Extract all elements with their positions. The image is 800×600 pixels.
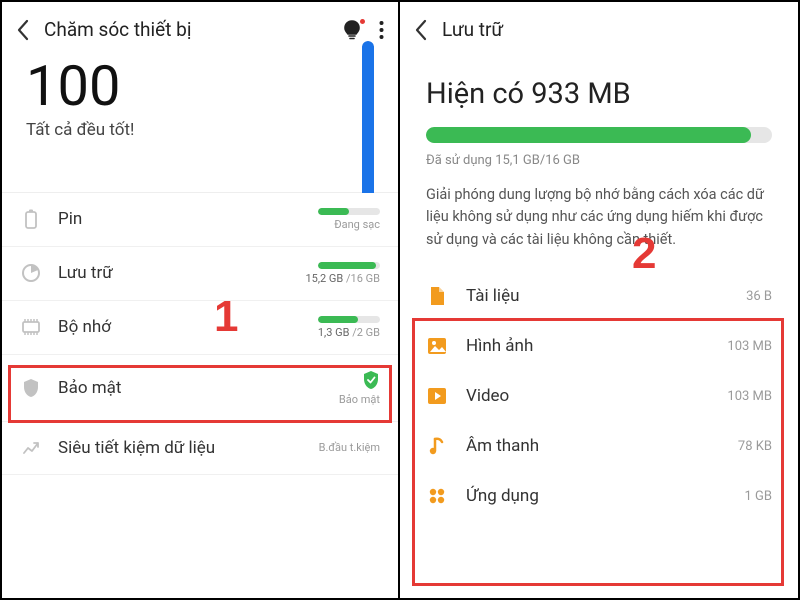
row-label: Bảo mật — [58, 378, 264, 398]
storage-icon — [20, 262, 42, 284]
battery-icon — [20, 208, 42, 230]
memory-row[interactable]: Bộ nhớ 1,3 GB /2 GB — [2, 301, 398, 355]
score-subtitle: Tất cả đều tốt! — [26, 120, 374, 140]
category-label: Ứng dụng — [466, 486, 727, 506]
storage-text: 15,2 GB /16 GB — [305, 272, 380, 285]
storage-headline: Hiện có 933 MB — [426, 77, 772, 111]
memory-icon — [20, 316, 42, 338]
data-saver-status: B.đầu t.kiệm — [319, 441, 380, 454]
category-images[interactable]: Hình ảnh 103 MB — [426, 321, 772, 371]
data-saver-row[interactable]: Siêu tiết kiệm dữ liệu B.đầu t.kiệm — [2, 422, 398, 475]
category-label: Hình ảnh — [466, 336, 709, 356]
header: Chăm sóc thiết bị — [2, 2, 398, 51]
memory-bar — [318, 316, 380, 323]
notification-dot-icon — [360, 19, 365, 24]
category-label: Video — [466, 386, 709, 406]
category-label: Tài liệu — [466, 286, 728, 306]
category-video[interactable]: Video 103 MB — [426, 371, 772, 421]
storage-row[interactable]: Lưu trữ 15,2 GB /16 GB — [2, 247, 398, 301]
back-icon[interactable] — [16, 19, 30, 41]
category-documents[interactable]: Tài liệu 36 B — [426, 271, 772, 321]
category-size: 36 B — [746, 289, 772, 304]
audio-icon — [426, 435, 448, 457]
document-icon — [426, 285, 448, 307]
data-saver-icon — [20, 437, 42, 459]
tips-icon[interactable] — [343, 20, 361, 40]
video-icon — [426, 385, 448, 407]
battery-row[interactable]: Pin Đang sạc — [2, 193, 398, 247]
score-section: 100 Tất cả đều tốt! — [2, 51, 398, 144]
shield-icon — [20, 377, 42, 399]
security-row[interactable]: Bảo mật Bảo mật — [2, 355, 398, 422]
category-audio[interactable]: Âm thanh 78 KB — [426, 421, 772, 471]
image-icon — [426, 335, 448, 357]
storage-used-text: Đã sử dụng 15,1 GB/16 GB — [426, 153, 772, 168]
storage-bar — [318, 262, 380, 269]
battery-bar — [318, 208, 380, 215]
category-size: 1 GB — [745, 489, 773, 504]
category-size: 103 MB — [727, 389, 772, 404]
category-size: 78 KB — [738, 439, 772, 454]
category-apps[interactable]: Ứng dụng 1 GB — [426, 471, 772, 521]
security-status-icon — [362, 370, 380, 390]
device-care-screen: Chăm sóc thiết bị 100 Tất cả đều tốt! — [2, 2, 400, 598]
row-label: Pin — [58, 209, 264, 229]
category-label: Âm thanh — [466, 436, 720, 456]
security-status: Bảo mật — [339, 393, 380, 406]
storage-description: Giải phóng dung lượng bộ nhớ bằng cách x… — [426, 184, 772, 251]
header: Lưu trữ — [400, 2, 798, 51]
page-title: Chăm sóc thiết bị — [44, 18, 329, 41]
category-list: Tài liệu 36 B Hình ảnh 103 MB Video 103 … — [426, 271, 772, 521]
battery-status: Đang sạc — [334, 218, 380, 231]
row-label: Bộ nhớ — [58, 317, 264, 337]
row-label: Lưu trữ — [58, 263, 264, 283]
apps-icon — [426, 485, 448, 507]
memory-text: 1,3 GB /2 GB — [318, 326, 380, 339]
page-title: Lưu trữ — [442, 18, 784, 41]
row-label: Siêu tiết kiệm dữ liệu — [58, 438, 264, 458]
more-icon[interactable] — [379, 20, 384, 40]
score-value: 100 — [26, 57, 374, 116]
care-list: Pin Đang sạc Lưu trữ 15,2 GB /16 GB — [2, 192, 398, 475]
back-icon[interactable] — [414, 19, 428, 41]
category-size: 103 MB — [727, 339, 772, 354]
storage-screen: Lưu trữ Hiện có 933 MB Đã sử dụng 15,1 G… — [400, 2, 798, 598]
storage-usage-bar — [426, 127, 772, 143]
